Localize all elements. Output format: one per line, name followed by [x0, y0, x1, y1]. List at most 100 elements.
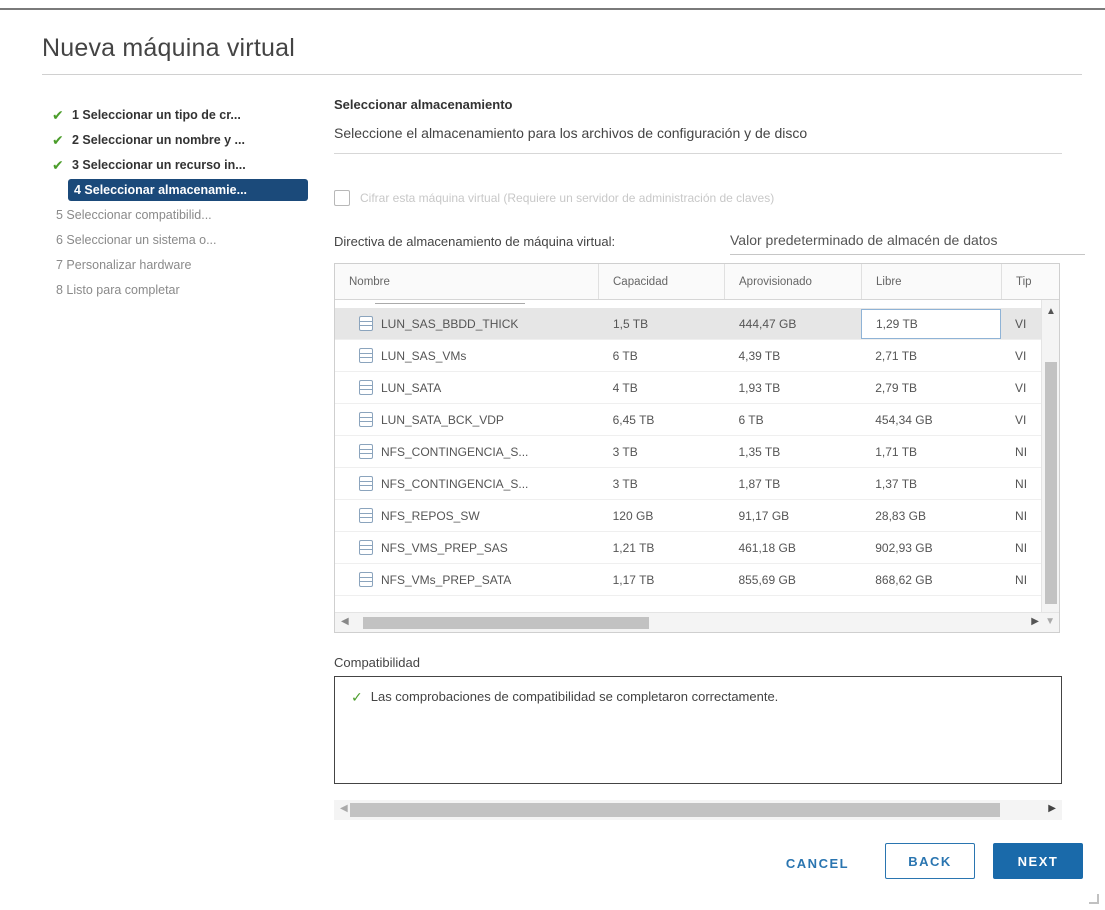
datastore-free: 1,71 TB — [875, 444, 918, 459]
datastore-free: 454,34 GB — [875, 412, 933, 427]
cancel-button[interactable]: CANCEL — [770, 845, 865, 881]
column-header-provisioned[interactable]: Aprovisionado — [725, 264, 862, 299]
step-2[interactable]: ✔ 2 Seleccionar un nombre y ... — [52, 129, 314, 151]
scroll-left-icon[interactable]: ◀ — [340, 803, 348, 814]
datastore-name: NFS_VMS_PREP_SAS — [381, 540, 508, 555]
table-row[interactable]: NFS_CONTINGENCIA_S... 3 TB 1,87 TB 1,37 … — [335, 468, 1041, 500]
table-row[interactable]: NFS_VMS_PREP_SAS 1,21 TB 461,18 GB 902,9… — [335, 532, 1041, 564]
datastore-icon — [359, 476, 373, 491]
datastore-icon — [359, 572, 373, 587]
datastore-provisioned: 1,93 TB — [738, 380, 781, 395]
step-5: 5 Seleccionar compatibilid... — [52, 204, 314, 226]
wizard-steps: ✔ 1 Seleccionar un tipo de cr... ✔ 2 Selec… — [52, 104, 314, 304]
top-bar — [0, 0, 1105, 10]
page-scroll-thumb[interactable] — [350, 803, 1000, 817]
datastore-type: NI — [1015, 540, 1028, 555]
encrypt-checkbox[interactable] — [334, 190, 350, 206]
table-row[interactable]: LUN_SATA_BCK_VDP 6,45 TB 6 TB 454,34 GB … — [335, 404, 1041, 436]
scroll-up-icon[interactable]: ▲ — [1046, 306, 1056, 317]
step-label: 5 Seleccionar compatibilid... — [56, 208, 212, 222]
horizontal-scroll-thumb[interactable] — [363, 617, 649, 629]
table-header: Nombre Capacidad Aprovisionado Libre Tip — [335, 264, 1059, 300]
column-header-capacity[interactable]: Capacidad — [599, 264, 725, 299]
step-label: 3 Seleccionar un recurso in... — [72, 158, 246, 172]
title-divider — [42, 74, 1082, 75]
datastore-capacity: 3 TB — [612, 444, 638, 459]
datastore-type: NI — [1015, 508, 1028, 523]
datastore-name: NFS_CONTINGENCIA_S... — [381, 476, 529, 491]
datastore-free: 2,71 TB — [875, 348, 918, 363]
datastore-name: NFS_REPOS_SW — [381, 508, 480, 523]
datastore-capacity: 1,5 TB — [613, 316, 649, 331]
storage-policy-label: Directiva de almacenamiento de máquina v… — [334, 234, 616, 249]
datastore-type: NI — [1015, 476, 1028, 491]
datastore-free: 868,62 GB — [875, 572, 933, 587]
datastore-provisioned: 4,39 TB — [738, 348, 781, 363]
datastore-name: NFS_CONTINGENCIA_S... — [381, 444, 529, 459]
step-1[interactable]: ✔ 1 Seleccionar un tipo de cr... — [52, 104, 314, 126]
step-label: 2 Seleccionar un nombre y ... — [72, 133, 245, 147]
datastore-name: LUN_SATA_BCK_VDP — [381, 412, 504, 427]
datastore-capacity: 3 TB — [612, 476, 638, 491]
step-4[interactable]: 4 Seleccionar almacenamie... — [68, 179, 308, 201]
datastore-table: Nombre Capacidad Aprovisionado Libre Tip… — [334, 263, 1060, 633]
back-button[interactable]: BACK — [885, 843, 975, 879]
step-label: 7 Personalizar hardware — [56, 258, 192, 272]
step-3[interactable]: ✔ 3 Seleccionar un recurso in... — [52, 154, 314, 176]
datastore-capacity: 6 TB — [612, 348, 638, 363]
section-divider — [334, 153, 1062, 154]
section-title: Seleccionar almacenamiento — [334, 97, 513, 112]
step-label: 1 Seleccionar un tipo de cr... — [72, 108, 241, 122]
vertical-scroll-thumb[interactable] — [1045, 362, 1057, 604]
encrypt-label: Cifrar esta máquina virtual (Requiere un… — [360, 191, 775, 205]
datastore-icon — [359, 508, 373, 523]
datastore-type: VI — [1015, 380, 1027, 395]
step-7: 7 Personalizar hardware — [52, 254, 314, 276]
column-header-name[interactable]: Nombre — [335, 264, 599, 299]
page-horizontal-scrollbar[interactable]: ◀ ▶ — [334, 800, 1062, 820]
scroll-right-icon[interactable]: ▶ — [1031, 616, 1039, 627]
datastore-free: 902,93 GB — [875, 540, 933, 555]
table-row[interactable]: LUN_SATA 4 TB 1,93 TB 2,79 TB VI — [335, 372, 1041, 404]
datastore-type: NI — [1015, 572, 1028, 587]
encrypt-option: Cifrar esta máquina virtual (Requiere un… — [334, 190, 774, 206]
datastore-capacity: 1,21 TB — [612, 540, 655, 555]
table-row[interactable]: NFS_VMs_PREP_SATA 1,17 TB 855,69 GB 868,… — [335, 564, 1041, 596]
table-row[interactable]: LUN_SAS_BBDD_THICK 1,5 TB 444,47 GB 1,29… — [335, 308, 1041, 340]
table-horizontal-scrollbar[interactable]: ◀ ▶ ▼ — [335, 612, 1059, 632]
table-row[interactable]: LUN_SAS_VMs 6 TB 4,39 TB 2,71 TB VI — [335, 340, 1041, 372]
next-button[interactable]: NEXT — [993, 843, 1083, 879]
column-header-free[interactable]: Libre — [862, 264, 1002, 299]
table-vertical-scrollbar[interactable]: ▲ — [1041, 300, 1059, 616]
step-6: 6 Seleccionar un sistema o... — [52, 229, 314, 251]
scroll-right-icon[interactable]: ▶ — [1048, 803, 1056, 814]
step-label: 8 Listo para completar — [56, 283, 180, 297]
storage-policy-select[interactable]: Valor predeterminado de almacén de datos — [730, 232, 1085, 255]
compatibility-message: Las comprobaciones de compatibilidad se … — [370, 689, 779, 704]
datastore-name: LUN_SAS_VMs — [381, 348, 467, 363]
datastore-type: VI — [1015, 316, 1027, 331]
datastore-name: LUN_SATA — [381, 380, 442, 395]
datastore-icon — [359, 348, 373, 363]
compatibility-box: ✓ Las comprobaciones de compatibilidad s… — [334, 676, 1062, 784]
datastore-provisioned: 1,35 TB — [738, 444, 781, 459]
resize-handle[interactable] — [1089, 894, 1099, 904]
datastore-provisioned: 855,69 GB — [738, 572, 796, 587]
datastore-name: LUN_SAS_BBDD_THICK — [381, 316, 519, 331]
datastore-free: 28,83 GB — [875, 508, 926, 523]
table-row[interactable]: NFS_REPOS_SW 120 GB 91,17 GB 28,83 GB NI — [335, 500, 1041, 532]
section-description: Seleccione el almacenamiento para los ar… — [334, 125, 808, 141]
scroll-left-icon[interactable]: ◀ — [341, 616, 349, 627]
check-icon: ✔ — [52, 157, 64, 173]
check-icon: ✔ — [52, 107, 64, 123]
scroll-down-icon[interactable]: ▼ — [1045, 616, 1055, 627]
table-row[interactable]: NFS_CONTINGENCIA_S... 3 TB 1,35 TB 1,71 … — [335, 436, 1041, 468]
step-label: 4 Seleccionar almacenamie... — [74, 183, 248, 197]
datastore-icon — [359, 380, 373, 395]
datastore-free: 1,37 TB — [875, 476, 918, 491]
column-header-type[interactable]: Tip — [1002, 264, 1042, 299]
datastore-capacity: 6,45 TB — [612, 412, 655, 427]
datastore-free: 1,29 TB — [861, 308, 1001, 339]
datastore-type: VI — [1015, 412, 1027, 427]
datastore-name: NFS_VMs_PREP_SATA — [381, 572, 512, 587]
